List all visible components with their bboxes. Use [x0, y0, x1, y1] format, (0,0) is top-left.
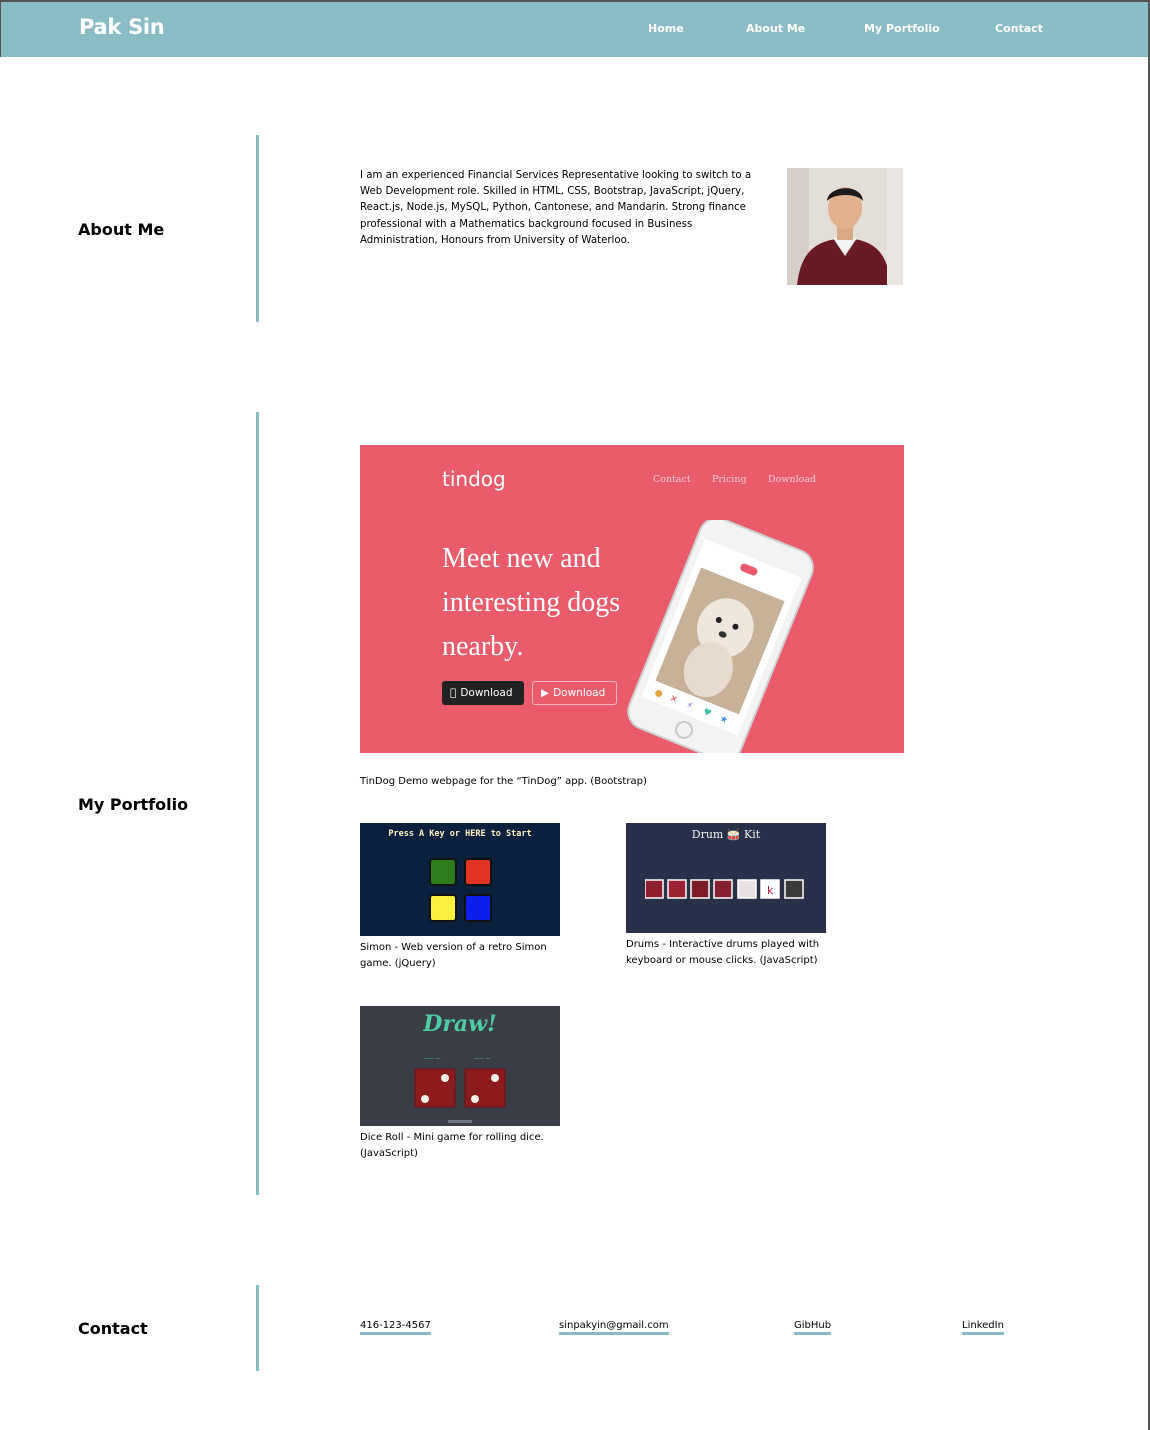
simon-preview[interactable]: Press A Key or HERE to Start — [360, 823, 560, 936]
top-navbar: Pak Sin Home About Me My Portfolio Conta… — [0, 0, 1148, 57]
contact-divider — [256, 1285, 259, 1371]
tindog-apple-download-label: Download — [454, 687, 512, 699]
apple-icon:  — [450, 687, 456, 699]
tindog-play-download-button: ▶ Download — [532, 681, 617, 705]
tindog-headline: Meet new and interesting dogs nearby. — [442, 543, 621, 662]
drum-keys: k — [645, 879, 804, 899]
tindog-caption: TinDog Demo webpage for the “TinDog” app… — [360, 776, 647, 787]
nav-link-my-portfolio[interactable]: My Portfolio — [864, 22, 940, 35]
tindog-preview-footer — [360, 753, 904, 770]
simon-yellow-pad — [429, 894, 457, 922]
tindog-play-download-label: Download — [553, 687, 606, 699]
brand-logo[interactable]: Pak Sin — [79, 15, 165, 39]
dice-caption: Dice Roll - Mini game for rolling dice. … — [360, 1132, 544, 1159]
drums-caption: Drums - Interactive drums played with ke… — [626, 939, 820, 966]
drums-preview[interactable]: Drum 🥁 Kit k — [626, 823, 826, 933]
dice-pair: —— — —— — — [414, 1056, 506, 1123]
simon-red-pad — [464, 858, 492, 886]
nav-link-about-me[interactable]: About Me — [746, 22, 805, 35]
simon-caption: Simon - Web version of a retro Simon gam… — [360, 942, 547, 969]
dice-title: Draw! — [423, 1011, 497, 1037]
tindog-preview[interactable]: tindog Contact Pricing Download Meet new… — [360, 445, 904, 753]
portfolio-divider — [256, 412, 259, 1195]
about-divider — [256, 135, 259, 322]
simon-green-pad — [429, 858, 457, 886]
nav-link-home[interactable]: Home — [648, 22, 684, 35]
svg-text:—— —: —— — — [474, 1056, 491, 1062]
drums-title: Drum 🥁 Kit — [691, 828, 761, 841]
simon-blue-pad — [464, 894, 492, 922]
contact-github-link[interactable]: GibHub — [794, 1320, 832, 1335]
about-section-title: About Me — [78, 220, 165, 239]
svg-text:—— —: —— — — [424, 1056, 441, 1062]
portfolio-section-title: My Portfolio — [78, 795, 189, 814]
tindog-nav-contact: Contact — [653, 474, 691, 485]
svg-text:k: k — [767, 884, 774, 897]
tindog-apple-download-button:  Download — [442, 681, 524, 705]
contact-section-title: Contact — [78, 1319, 148, 1338]
dice-preview[interactable]: Draw! —— — —— — — [360, 1006, 560, 1126]
about-description: I am an experienced Financial Services R… — [360, 170, 752, 246]
contact-linkedin-link[interactable]: LinkedIn — [962, 1320, 1004, 1335]
tindog-nav-download: Download — [768, 474, 817, 485]
simon-title: Press A Key or HERE to Start — [388, 829, 532, 839]
profile-photo — [787, 168, 903, 285]
play-store-icon: ▶ — [541, 687, 550, 699]
iphone-mockup: ● ✕ ⚡ ♥ ★ — [627, 520, 814, 753]
tindog-logo: tindog — [442, 467, 506, 491]
tindog-nav-pricing: Pricing — [712, 474, 747, 485]
nav-link-contact[interactable]: Contact — [995, 22, 1043, 35]
contact-phone-link[interactable]: 416-123-4567 — [360, 1320, 431, 1335]
contact-email-link[interactable]: sinpakyin@gmail.com — [559, 1320, 669, 1335]
